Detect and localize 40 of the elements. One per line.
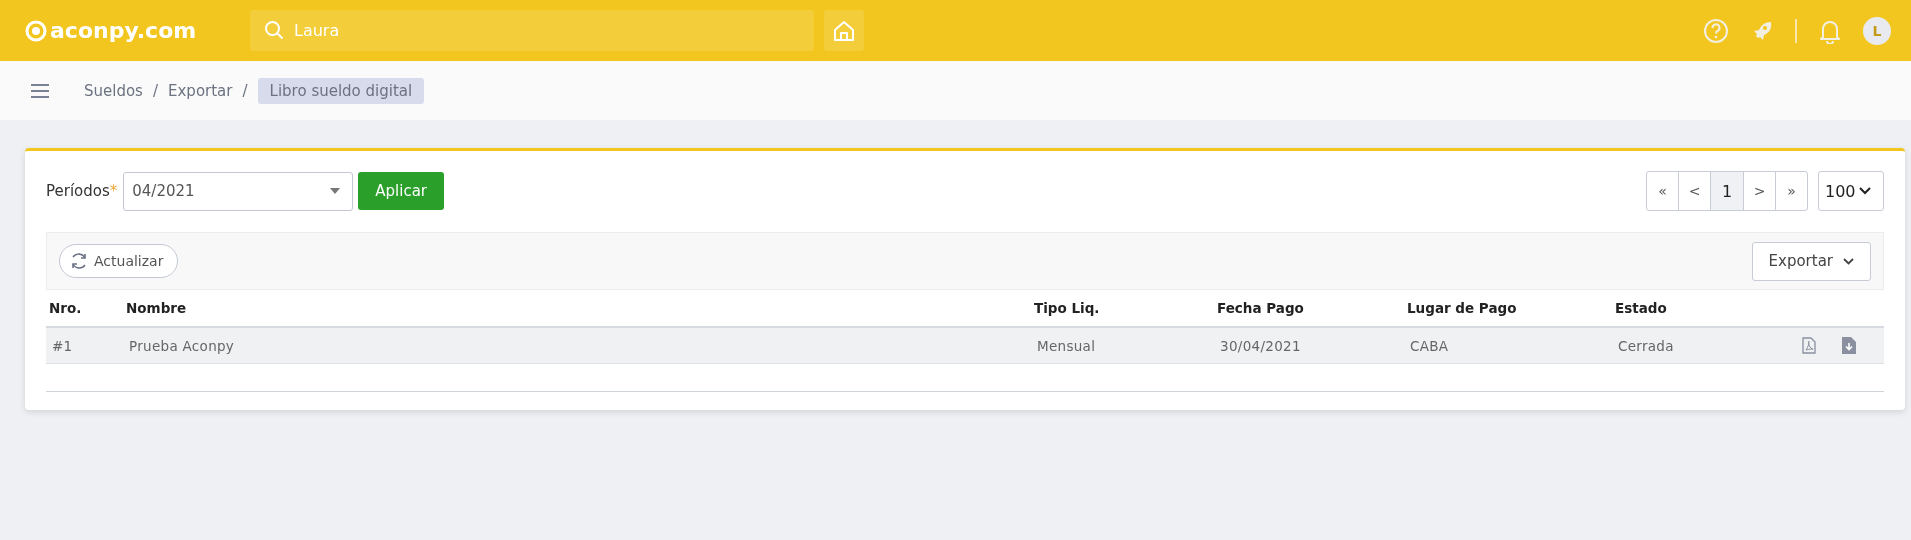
refresh-icon: [70, 252, 88, 270]
table-cell: #1: [52, 337, 73, 354]
breadcrumb-link[interactable]: Exportar: [168, 81, 233, 100]
breadcrumb-separator: /: [242, 81, 248, 100]
table-cell: Prueba Aconpy: [129, 337, 235, 354]
column-header: Fecha Pago: [1217, 300, 1304, 316]
chevron-icon: [1858, 187, 1871, 195]
breadcrumb-current: Libro sueldo digital: [257, 77, 425, 104]
table-cell: Mensual: [1037, 337, 1096, 354]
table-cell: Cerrada: [1618, 337, 1674, 354]
home-icon: [832, 18, 856, 43]
refresh-button[interactable]: Actualizar: [59, 244, 179, 278]
page-button[interactable]: «: [1646, 171, 1679, 211]
caret-icon: [330, 188, 341, 194]
page-size-select[interactable]: 100: [1818, 171, 1884, 211]
pdf-file-icon[interactable]: [1802, 337, 1816, 354]
table-cell: 30/04/2021: [1220, 337, 1301, 354]
breadcrumb-link[interactable]: Sueldos: [84, 81, 143, 100]
column-header: Nro.: [49, 300, 82, 316]
export-button[interactable]: Exportar: [1751, 241, 1871, 281]
logo-text: aconpy.com: [50, 18, 197, 43]
logo-icon: [25, 19, 47, 42]
page-button[interactable]: >: [1743, 171, 1776, 211]
table-cell: CABA: [1410, 337, 1449, 354]
page-button[interactable]: 1: [1710, 171, 1744, 211]
page-button[interactable]: »: [1775, 171, 1808, 211]
column-header: Estado: [1615, 300, 1667, 316]
column-header: Tipo Liq.: [1034, 300, 1100, 316]
column-header: Lugar de Pago: [1407, 300, 1517, 316]
period-select[interactable]: 04/2021: [123, 171, 354, 211]
column-header: Nombre: [126, 300, 187, 316]
breadcrumb-separator: /: [152, 81, 158, 100]
home-button[interactable]: [824, 10, 864, 51]
chevron-icon: [1843, 257, 1854, 265]
field-label: Períodos*: [46, 182, 118, 200]
file-download-icon[interactable]: [1842, 337, 1856, 354]
help-icon[interactable]: [1703, 17, 1729, 44]
page-button[interactable]: <: [1678, 171, 1711, 211]
search-icon: [264, 20, 284, 40]
menu-icon[interactable]: [30, 82, 50, 99]
